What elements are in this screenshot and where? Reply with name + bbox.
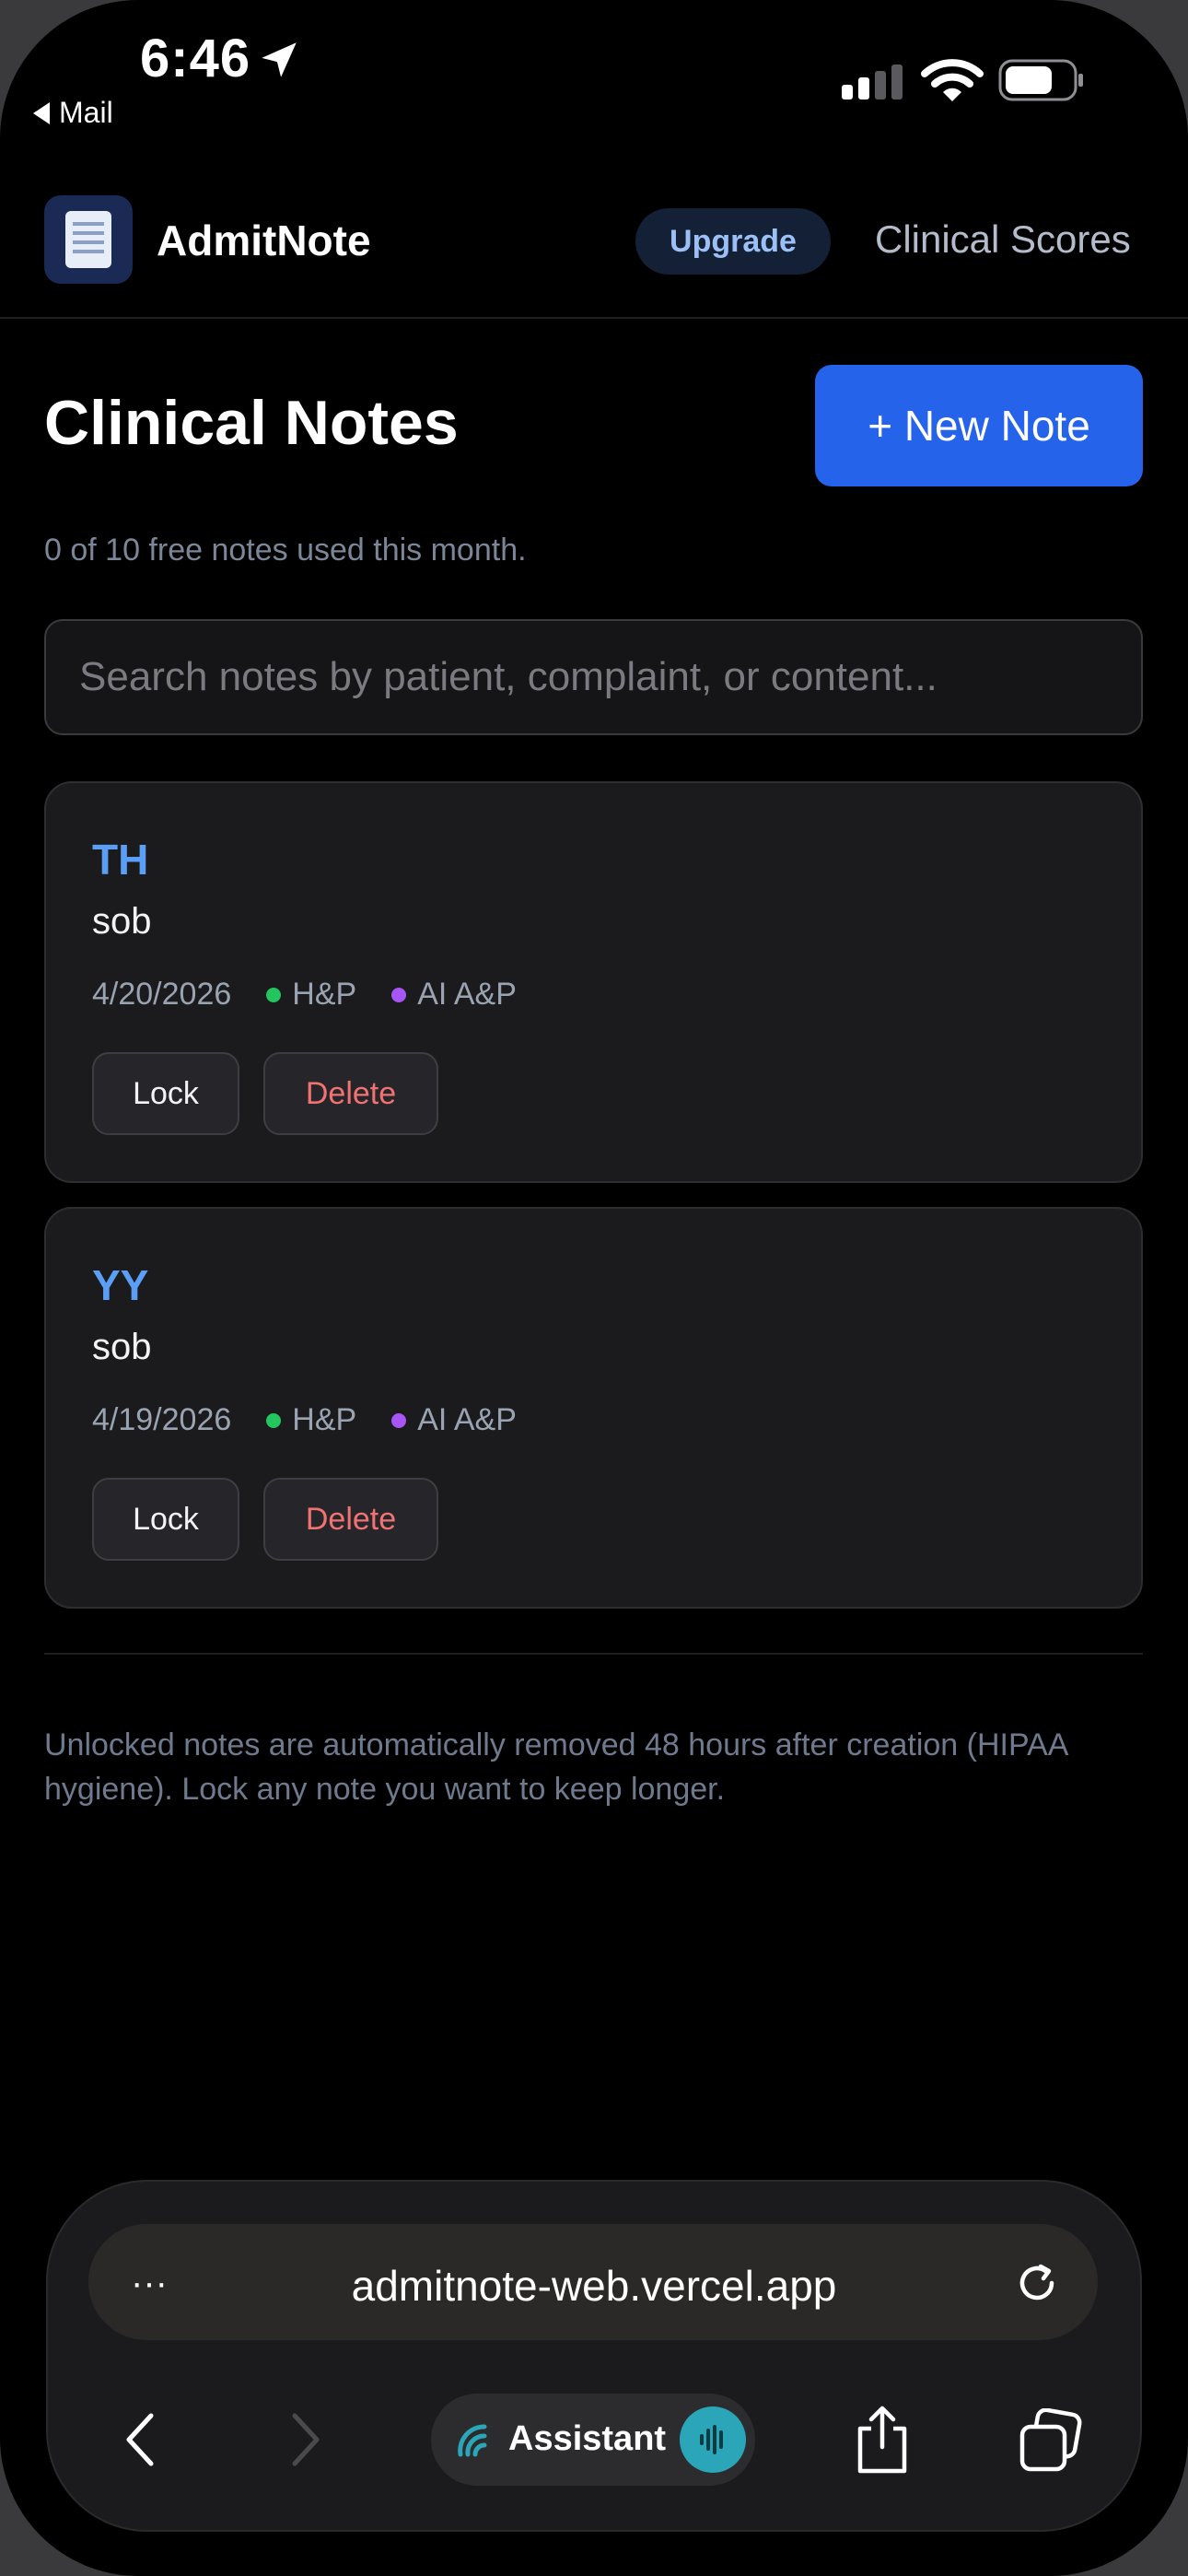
note-patient-initials: TH [92,836,149,884]
back-triangle-icon [33,101,50,124]
battery-icon [998,59,1083,101]
note-tag-ai: AI A&P [417,1402,517,1437]
url-text[interactable]: admitnote-web.vercel.app [184,2261,1004,2311]
ai-status-dot-icon [391,1412,407,1428]
note-patient-initials: YY [92,1261,149,1309]
clinical-scores-link[interactable]: Clinical Scores [875,217,1131,262]
search-input[interactable] [44,619,1143,735]
delete-button[interactable]: Delete [263,1478,438,1561]
more-icon[interactable]: ··· [129,2265,169,2301]
back-to-mail-link[interactable]: Mail [33,96,113,130]
location-arrow-icon [262,42,297,77]
reload-icon[interactable] [1013,2259,1061,2307]
upgrade-button[interactable]: Upgrade [635,208,831,275]
phone-screen: 6:46 Mail AdmitNote Upgrade Clinical Sco… [0,0,1188,2576]
section-divider [44,1653,1143,1655]
tabs-icon[interactable] [1017,2408,1083,2475]
note-actions: Lock Delete [92,1052,438,1135]
back-mail-label: Mail [59,96,113,129]
note-meta: 4/19/2026 H&P AI A&P [92,1402,517,1438]
new-note-button[interactable]: + New Note [815,365,1143,486]
note-card[interactable]: TH sob 4/20/2026 H&P AI A&P Lock Delete [44,781,1143,1183]
hp-status-dot-icon [266,1412,282,1428]
header-divider [0,317,1188,319]
note-actions: Lock Delete [92,1478,438,1561]
note-complaint: sob [92,1327,152,1367]
note-tag-hp: H&P [292,1402,357,1437]
note-date: 4/20/2026 [92,977,232,1012]
lock-button[interactable]: Lock [92,1052,239,1135]
retention-notice: Unlocked notes are automatically removed… [44,1727,1067,1807]
assistant-button[interactable]: Assistant [431,2394,755,2486]
lock-button[interactable]: Lock [92,1478,239,1561]
back-icon[interactable] [120,2410,160,2469]
document-glyph [65,211,111,268]
app-name[interactable]: AdmitNote [157,216,371,265]
signal-icon [842,64,903,100]
note-complaint: sob [92,901,152,942]
share-icon[interactable] [853,2405,912,2475]
forward-icon[interactable] [285,2410,326,2469]
status-time: 6:46 [140,29,251,88]
assistant-icon [458,2424,487,2457]
note-date: 4/19/2026 [92,1402,232,1437]
note-card[interactable]: YY sob 4/19/2026 H&P AI A&P Lock Delete [44,1207,1143,1609]
voice-icon[interactable] [680,2406,746,2473]
note-tag-hp: H&P [292,977,357,1012]
note-tag-ai: AI A&P [417,977,517,1012]
ai-status-dot-icon [391,987,407,1002]
note-meta: 4/20/2026 H&P AI A&P [92,977,517,1013]
usage-text: 0 of 10 free notes used this month. [44,533,527,568]
wifi-icon [921,59,984,101]
hp-status-dot-icon [266,987,282,1002]
app-logo-icon[interactable] [44,195,133,284]
delete-button[interactable]: Delete [263,1052,438,1135]
assistant-label: Assistant [508,2419,667,2458]
page-title: Clinical Notes [44,388,459,458]
